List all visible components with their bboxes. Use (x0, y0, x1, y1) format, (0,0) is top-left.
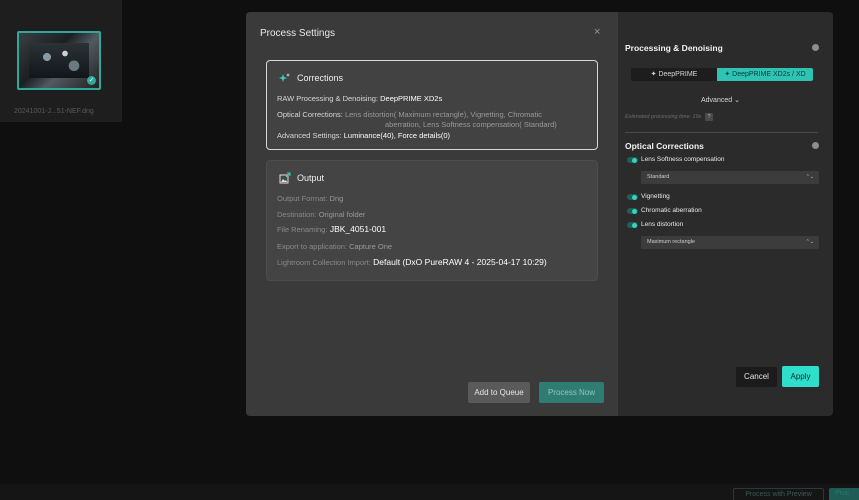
output-format-value: Dng (329, 194, 344, 203)
destination-label: Destination: (277, 210, 317, 219)
vignetting-toggle[interactable] (627, 194, 638, 200)
mode-deepprime-xd2s-button[interactable]: ✦ DeepPRIME XD2s / XD (717, 68, 813, 81)
processing-info-icon[interactable] (812, 44, 819, 51)
lens-softness-label: Lens Softness compensation (641, 156, 725, 163)
advanced-settings-label: Advanced Settings: (277, 131, 342, 140)
add-to-queue-button[interactable]: Add to Queue (468, 382, 530, 403)
section-divider (625, 132, 818, 133)
export-application-row: Export to application: Capture One (277, 242, 392, 251)
output-format-label: Output Format: (277, 194, 328, 203)
advanced-settings-row: Advanced Settings: Luminance(40), Force … (277, 131, 450, 140)
output-format-row: Output Format: Dng (277, 194, 343, 203)
export-application-value: Capture One (349, 242, 393, 251)
image-export-icon (279, 172, 291, 184)
optical-info-icon[interactable] (812, 142, 819, 149)
corrections-heading: Corrections (297, 73, 344, 83)
file-renaming-value: JBK_4051-001 (329, 224, 387, 234)
process-button-background[interactable]: Proc (829, 488, 859, 500)
processing-denoising-title: Processing & Denoising (625, 43, 723, 53)
selected-check-icon: ✓ (87, 76, 96, 85)
lens-softness-select-value: Standard (647, 174, 670, 180)
select-chevron-icon: ⌃⌄ (805, 174, 814, 180)
vignetting-label: Vignetting (641, 193, 670, 200)
corrections-card[interactable]: Corrections RAW Processing & Denoising: … (266, 60, 598, 150)
optical-corrections-value-line1: Lens distortion( Maximum rectangle), Vig… (344, 110, 542, 119)
chromatic-aberration-label: Chromatic aberration (641, 207, 702, 214)
advanced-toggle[interactable]: Advanced ⌄ (701, 96, 740, 104)
raw-processing-label: RAW Processing & Denoising: (277, 94, 379, 103)
estimated-time: Estimated processing time: 19s ? (625, 113, 713, 121)
output-heading: Output (297, 173, 325, 183)
file-renaming-label: File Renaming: (277, 225, 328, 234)
image-thumbnail[interactable]: ✓ (17, 31, 101, 90)
browser-pane: ✓ 20241001-J...51-NEF.dng (0, 0, 122, 122)
estimated-time-label: Estimated processing time: 19s (625, 114, 702, 120)
lens-softness-select[interactable]: Standard ⌃⌄ (641, 171, 819, 184)
help-icon[interactable]: ? (704, 113, 713, 121)
settings-panel: Processing & Denoising ✦ DeepPRIME ✦ Dee… (618, 12, 833, 416)
output-header: Output (279, 172, 324, 184)
lens-softness-toggle[interactable] (627, 157, 638, 163)
denoise-mode-selector: ✦ DeepPRIME ✦ DeepPRIME XD2s / XD (631, 68, 813, 81)
chromatic-aberration-toggle[interactable] (627, 208, 638, 214)
lens-distortion-toggle[interactable] (627, 222, 638, 228)
optical-corrections-row-2: aberration, Lens Softness compensation( … (385, 120, 557, 129)
lightroom-import-row: Lightroom Collection Import: Default (Dx… (277, 257, 547, 267)
raw-processing-row: RAW Processing & Denoising: DeepPRIME XD… (277, 94, 442, 103)
raw-processing-value: DeepPRIME XD2s (380, 94, 443, 103)
file-renaming-row: File Renaming: JBK_4051-001 (277, 224, 386, 234)
optical-corrections-label: Optical Corrections: (277, 110, 343, 119)
cancel-button[interactable]: Cancel (736, 367, 777, 387)
apply-button[interactable]: Apply (782, 366, 819, 387)
lens-distortion-select-value: Maximum rectangle (647, 239, 695, 245)
optical-corrections-title: Optical Corrections (625, 141, 704, 151)
process-settings-dialog: Process Settings × Corrections RAW Proce… (246, 12, 618, 416)
select-chevron-icon: ⌃⌄ (805, 239, 814, 245)
sparkle-icon (279, 73, 290, 82)
process-now-button[interactable]: Process Now (539, 382, 604, 403)
output-card[interactable]: Output Output Format: Dng Destination: O… (266, 160, 598, 281)
destination-value: Original folder (318, 210, 366, 219)
close-icon[interactable]: × (594, 26, 600, 38)
optical-corrections-row: Optical Corrections: Lens distortion( Ma… (277, 110, 542, 119)
dialog-title: Process Settings (260, 28, 336, 39)
thumbnail-filename: 20241001-J...51-NEF.dng (14, 108, 94, 115)
lens-distortion-select[interactable]: Maximum rectangle ⌃⌄ (641, 236, 819, 249)
lightroom-import-label: Lightroom Collection Import: (277, 258, 371, 267)
optical-corrections-value-line2: aberration, Lens Softness compensation( … (385, 120, 557, 129)
export-application-label: Export to application: (277, 242, 348, 251)
lightroom-import-value: Default (DxO PureRAW 4 - 2025-04-17 10:2… (373, 257, 547, 267)
mode-deepprime-button[interactable]: ✦ DeepPRIME (631, 68, 717, 81)
lens-distortion-label: Lens distortion (641, 221, 684, 228)
corrections-header: Corrections (279, 72, 343, 84)
process-with-preview-button[interactable]: Process with Preview (733, 488, 824, 500)
advanced-settings-value: Luminance(40), Force details(0) (343, 131, 451, 140)
bottom-bar (0, 484, 859, 500)
destination-row: Destination: Original folder (277, 210, 365, 219)
